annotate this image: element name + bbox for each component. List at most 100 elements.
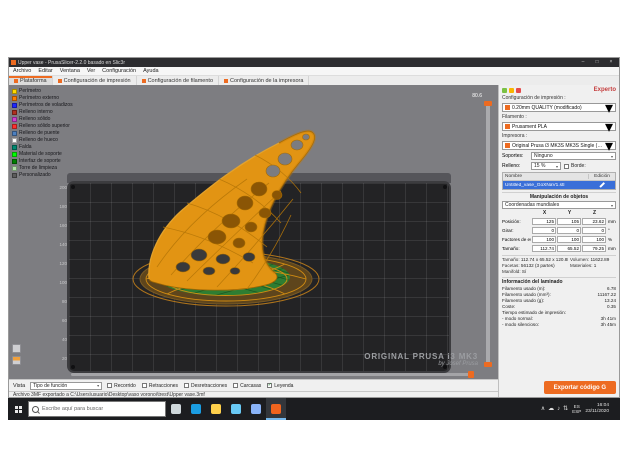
- object-row[interactable]: Untitled_vase_GoXNaV1.stl: [503, 181, 615, 189]
- tray-icon[interactable]: ⇅: [563, 406, 568, 412]
- bed-ruler-label: 140: [57, 242, 67, 261]
- info-item: Materiales: 1: [570, 263, 616, 269]
- checkbox[interactable]: [233, 383, 238, 388]
- maximize-button[interactable]: □: [591, 58, 603, 67]
- store-icon[interactable]: [226, 398, 246, 420]
- menu-item[interactable]: Ver: [87, 68, 95, 74]
- minimize-button[interactable]: –: [577, 58, 589, 67]
- bed-ruler-label: 80: [57, 299, 67, 318]
- app-glyph: [211, 404, 221, 414]
- view-mode-select[interactable]: Tipo de función ▾: [30, 382, 102, 390]
- app-glyph: [251, 404, 261, 414]
- layer-slider[interactable]: [486, 101, 490, 367]
- task-view-icon[interactable]: [166, 398, 186, 420]
- language-indicator[interactable]: ES ESP: [572, 404, 581, 415]
- printer-select[interactable]: Original Prusa i3 MK3S MK3S Single (modi…: [502, 141, 616, 150]
- checkbox-label: Retracciones: [149, 383, 178, 389]
- start-button[interactable]: [8, 398, 28, 420]
- taskbar-search[interactable]: Escribe aquí para buscar: [28, 401, 166, 417]
- menu-item[interactable]: Archivo: [13, 68, 31, 74]
- z-input[interactable]: 23.62: [582, 218, 606, 225]
- z-input[interactable]: 0: [582, 227, 606, 234]
- checkbox[interactable]: [267, 383, 272, 388]
- tab-label: Plataforma: [20, 78, 47, 84]
- close-button[interactable]: ×: [605, 58, 617, 67]
- export-gcode-button[interactable]: Exportar código G: [544, 381, 616, 394]
- z-input[interactable]: 79.25: [582, 245, 606, 252]
- print-settings-select[interactable]: 0.20mm QUALITY (modificado) ▾: [502, 103, 616, 112]
- edge-icon[interactable]: [186, 398, 206, 420]
- object-manipulation: Manipulación de objetos Coordenadas mund…: [502, 192, 616, 253]
- coordinates-select[interactable]: Coordenadas mundiales ▾: [502, 201, 616, 209]
- checkbox[interactable]: [107, 383, 112, 388]
- file-explorer-icon[interactable]: [206, 398, 226, 420]
- mode-advanced-icon[interactable]: [509, 88, 514, 93]
- preview-option[interactable]: Recorrido: [107, 383, 136, 389]
- sliced-info-title: Información del laminado: [502, 279, 616, 285]
- y-input[interactable]: 0: [557, 227, 581, 234]
- y-input[interactable]: 65.52: [557, 245, 581, 252]
- x-input[interactable]: 112.74: [532, 245, 556, 252]
- menu-item[interactable]: Ventana: [60, 68, 80, 74]
- legend-color-chip: [12, 110, 17, 115]
- preview-options: Recorrido Retracciones Desretracciones: [107, 383, 293, 389]
- editor-view-icon[interactable]: [12, 344, 21, 353]
- clock[interactable]: 16:04 23/11/2020: [585, 403, 609, 415]
- menu-item[interactable]: Configuración: [102, 68, 136, 74]
- layer-slider-lower-handle[interactable]: [484, 362, 492, 367]
- preview-3d-canvas[interactable]: Perímetro Perímetro externo Perímetros d…: [9, 85, 498, 379]
- checkbox[interactable]: [142, 383, 147, 388]
- move-slider-handle[interactable]: [468, 371, 474, 378]
- tab-icon: [14, 79, 18, 83]
- y-input[interactable]: 100: [557, 236, 581, 243]
- mode-simple-icon[interactable]: [502, 88, 507, 93]
- filament-select[interactable]: Prusament PLA ▾: [502, 122, 616, 131]
- menu-item[interactable]: Editar: [38, 68, 52, 74]
- title-bar[interactable]: Upper vase - PrusaSlicer-2.2.0 basado en…: [9, 58, 619, 67]
- object-list-header: Nombre Edición: [503, 173, 615, 181]
- edit-icon[interactable]: [589, 184, 615, 186]
- supports-select[interactable]: Ninguno ▾: [531, 152, 616, 160]
- filament-value: Prusament PLA: [512, 124, 603, 130]
- brim-checkbox[interactable]: [564, 164, 569, 169]
- chevron-down-icon: ▾: [611, 203, 613, 208]
- checkbox-label: Leyenda: [274, 383, 293, 389]
- legend-row: Relleno de puente: [12, 130, 73, 136]
- mail-icon[interactable]: [246, 398, 266, 420]
- menu-item[interactable]: Ayuda: [143, 68, 159, 74]
- z-input[interactable]: 100: [582, 236, 606, 243]
- legend-color-chip: [12, 166, 17, 171]
- manipulation-row-label: Tamaño:: [502, 246, 531, 251]
- mode-expert-icon[interactable]: [516, 88, 521, 93]
- checkbox[interactable]: [184, 383, 189, 388]
- search-icon: [32, 406, 39, 413]
- tab-label: Configuración de la impresora: [230, 78, 303, 84]
- x-input[interactable]: 125: [532, 218, 556, 225]
- x-input[interactable]: 0: [532, 227, 556, 234]
- brim-option[interactable]: Borde:: [564, 163, 586, 169]
- preview-option[interactable]: Leyenda: [267, 383, 293, 389]
- tab-label: Configuración de filamento: [148, 78, 213, 84]
- preview-option[interactable]: Retracciones: [142, 383, 178, 389]
- legend-label: Perímetro: [19, 88, 41, 94]
- y-input[interactable]: 105: [557, 218, 581, 225]
- tab-label: Configuración de impresión: [64, 78, 131, 84]
- tray-icon[interactable]: ∧: [541, 406, 545, 412]
- tray-icon[interactable]: ☁: [548, 406, 554, 412]
- legend-row: Perímetro: [12, 88, 73, 94]
- prusaslicer-icon[interactable]: [266, 398, 286, 420]
- x-input[interactable]: 100: [532, 236, 556, 243]
- preview-view-icon[interactable]: [12, 356, 21, 365]
- tray-icon[interactable]: ♪: [557, 406, 560, 412]
- layer-slider-upper-handle[interactable]: [484, 101, 492, 106]
- infill-select[interactable]: 15 % ▾: [531, 162, 561, 170]
- preview-option[interactable]: Desretracciones: [184, 383, 227, 389]
- move-slider[interactable]: [71, 373, 474, 376]
- print-settings-value: 0.20mm QUALITY (modificado): [512, 105, 603, 111]
- sliced-model[interactable]: [127, 107, 359, 319]
- preset-icon: [505, 143, 510, 148]
- tab-icon: [224, 79, 228, 83]
- preview-toolbar: Vista Tipo de función ▾ Recorrido: [9, 379, 498, 391]
- preview-option[interactable]: Carcasas: [233, 383, 261, 389]
- mode-label[interactable]: Experto: [594, 87, 616, 93]
